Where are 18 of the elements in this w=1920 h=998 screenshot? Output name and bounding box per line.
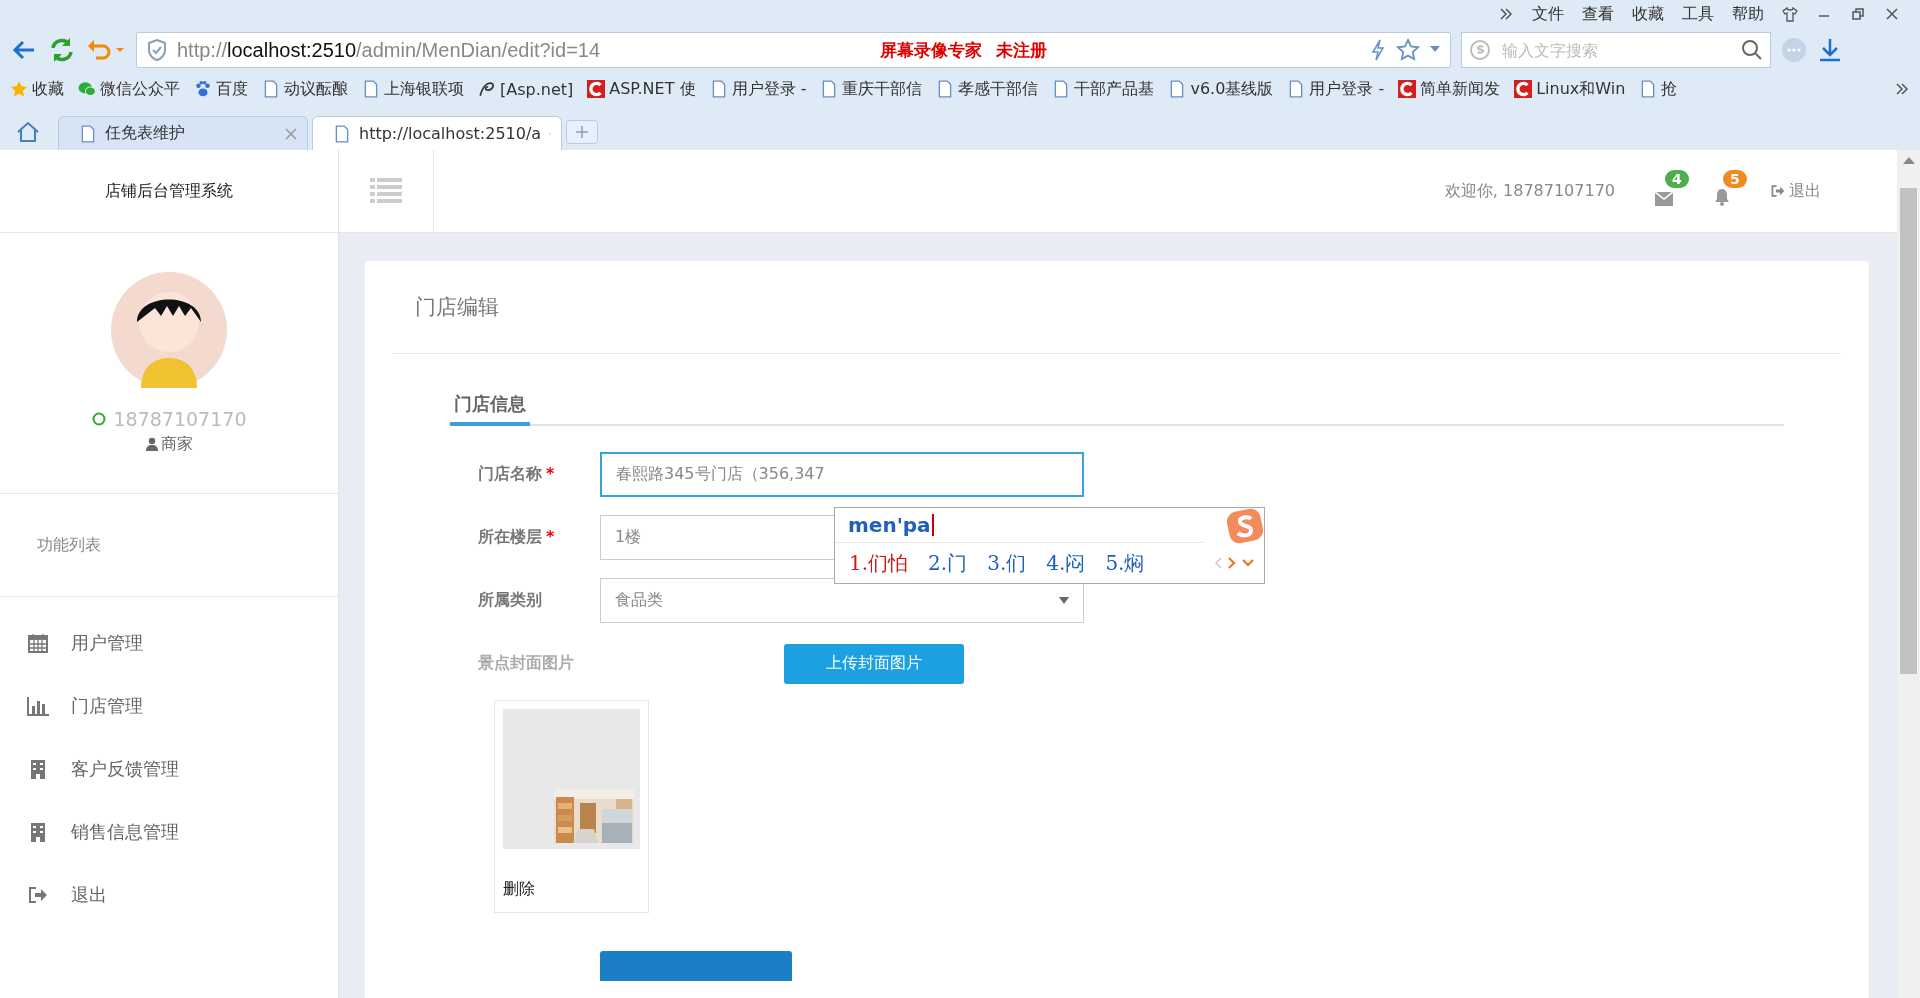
recorder-label: 屏幕录像专家 <box>880 39 983 62</box>
page-title: 门店编辑 <box>415 294 499 321</box>
required-mark: * <box>546 527 555 548</box>
menu-heading: 功能列表 <box>37 534 101 556</box>
count-badge: 4 <box>1665 170 1689 188</box>
app-title: 店铺后台管理系统 <box>0 150 338 233</box>
count-badge: 5 <box>1723 170 1747 188</box>
required-mark: * <box>546 464 555 485</box>
field-label: 门店名称 <box>478 464 542 485</box>
ime-composition: men'pa <box>848 513 931 537</box>
user-role: 商家 <box>161 433 193 455</box>
field-label: 所属类别 <box>478 590 542 611</box>
url-text: http://localhost:2510/admin/MenDian/edit?id=14 <box>177 38 601 62</box>
recorder-label: 未注册 <box>996 39 1048 62</box>
welcome-text: 欢迎你, 18787107170 <box>1444 180 1615 202</box>
field-label: 所在楼层 <box>478 527 542 548</box>
user-phone: 18787107170 <box>113 407 247 430</box>
field-label: 景点封面图片 <box>477 653 575 674</box>
